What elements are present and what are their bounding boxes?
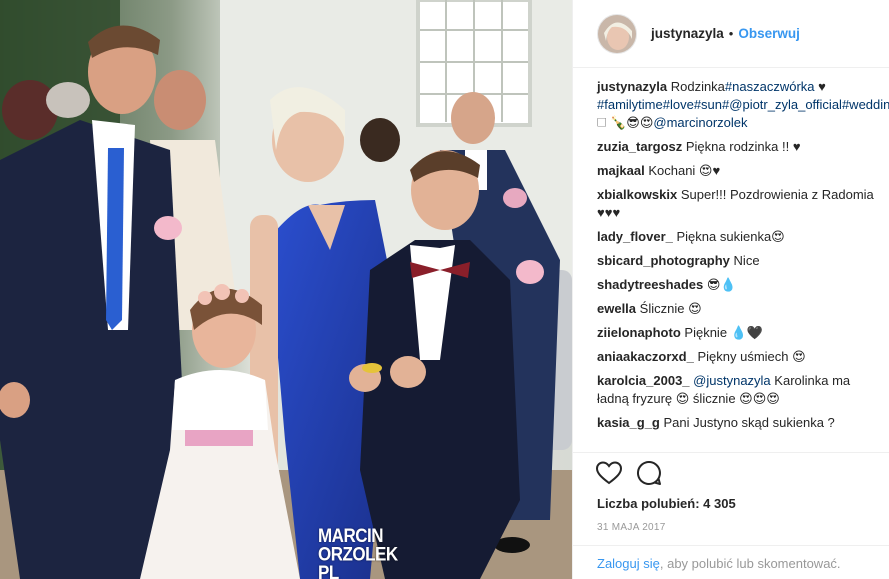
- comment-username[interactable]: shadytreeshades: [597, 277, 703, 292]
- comment-username[interactable]: xbialkowskix: [597, 187, 677, 202]
- action-icons: [595, 453, 889, 493]
- caption-text-part: Rodzinka: [670, 79, 725, 94]
- comment-username[interactable]: aniaakaczorxd_: [597, 349, 694, 364]
- login-prompt: Zaloguj się, aby polubić lub skomentować…: [573, 545, 889, 579]
- comment-text: 😎💧: [706, 277, 737, 292]
- comment-text: Piękna sukienka😍: [676, 229, 785, 244]
- comment-username[interactable]: ewella: [597, 301, 636, 316]
- caption-hashtag-link[interactable]: #sun: [694, 97, 722, 112]
- caption: justynazyla Rodzinka#naszaczwórka ♥ #fam…: [597, 78, 889, 132]
- post-header: justynazyla • Obserwuj: [573, 0, 889, 68]
- caption-hashtag-link[interactable]: #wedding: [842, 97, 889, 112]
- post-side-panel: justynazyla • Obserwuj justynazyla Rodzi…: [572, 0, 889, 579]
- comment-row: shadytreeshades 😎💧: [597, 276, 874, 294]
- caption-hashtag-link[interactable]: #naszaczwórka: [725, 79, 815, 94]
- comment-username[interactable]: sbicard_photography: [597, 253, 730, 268]
- likes-count[interactable]: Liczba polubień: 4 305: [595, 496, 889, 511]
- comment-mention-link[interactable]: @justynazyla: [693, 373, 771, 388]
- comment-text: Pięknie 💧🖤: [684, 325, 764, 340]
- comment-text: Ślicznie 😍: [639, 301, 702, 316]
- instagram-post: MARCIN ORZOLEK PL justynazyla • Obserwuj…: [0, 0, 889, 579]
- comment-rows: zuzia_targosz Piękna rodzinka !! ♥ majkaa…: [597, 138, 874, 432]
- comment-text: Pani Justyno skąd sukienka ?: [663, 415, 835, 430]
- watermark-line-3: PL: [318, 561, 339, 579]
- login-link[interactable]: Zaloguj się: [597, 556, 660, 571]
- comment-username[interactable]: ziielonaphoto: [597, 325, 681, 340]
- comment-username[interactable]: lady_flover_: [597, 229, 673, 244]
- comment-text: Kochani 😍♥: [648, 163, 721, 178]
- photographer-watermark: MARCIN ORZOLEK PL: [318, 526, 408, 579]
- avatar-image: [598, 14, 636, 53]
- comment-text: Piękny uśmiech 😍: [697, 349, 806, 364]
- comment-text: Piękna rodzinka !! ♥: [685, 139, 801, 154]
- comment-username[interactable]: zuzia_targosz: [597, 139, 682, 154]
- comment-text: Nice: [733, 253, 760, 268]
- post-photo[interactable]: MARCIN ORZOLEK PL: [0, 0, 572, 579]
- heart-outline-icon[interactable]: [595, 459, 623, 487]
- caption-hashtag-link[interactable]: #@piotr_zyla_official: [722, 97, 842, 112]
- comment-row: zuzia_targosz Piękna rodzinka !! ♥: [597, 138, 874, 156]
- comment-row: lady_flover_ Piękna sukienka😍: [597, 228, 874, 246]
- post-date: 31 MAJA 2017: [597, 522, 666, 533]
- caption-text-part: 🗆 🍾😎😍: [597, 115, 654, 130]
- comment-row: majkaal Kochani 😍♥: [597, 162, 874, 180]
- header-separator: •: [728, 26, 734, 41]
- comments-list[interactable]: justynazyla Rodzinka#naszaczwórka ♥ #fam…: [573, 78, 889, 452]
- caption-hashtag-link[interactable]: #love: [663, 97, 694, 112]
- caption-text-part: ♥: [814, 79, 826, 94]
- comment-username[interactable]: kasia_g_g: [597, 415, 660, 430]
- header-username[interactable]: justynazyla: [651, 26, 724, 41]
- comment-username[interactable]: majkaal: [597, 163, 645, 178]
- comment-username[interactable]: karolcia_2003_: [597, 373, 690, 388]
- caption-hashtag-link[interactable]: #familytime: [597, 97, 663, 112]
- comment-row: xbialkowskix Super!!! Pozdrowienia z Rad…: [597, 186, 874, 222]
- comment-row: ewella Ślicznie 😍: [597, 300, 874, 318]
- follow-button[interactable]: Obserwuj: [738, 26, 800, 41]
- comment-row: kasia_g_g Pani Justyno skąd sukienka ?: [597, 414, 874, 432]
- login-prompt-text: , aby polubić lub skomentować.: [659, 556, 841, 571]
- caption-username[interactable]: justynazyla: [597, 79, 667, 94]
- caption-hashtag-link[interactable]: @marcinorzolek: [653, 115, 747, 130]
- comment-row: karolcia_2003_ @justynazyla Karolinka ma…: [597, 372, 874, 408]
- comment-row: aniaakaczorxd_ Piękny uśmiech 😍: [597, 348, 874, 366]
- photo-illustration: [0, 0, 572, 579]
- avatar[interactable]: [597, 13, 637, 54]
- comment-row: ziielonaphoto Pięknie 💧🖤: [597, 324, 874, 342]
- speech-bubble-icon[interactable]: [635, 459, 663, 487]
- comment-row: sbicard_photography Nice: [597, 252, 874, 270]
- post-actions: Liczba polubień: 4 305 31 MAJA 2017: [573, 452, 889, 533]
